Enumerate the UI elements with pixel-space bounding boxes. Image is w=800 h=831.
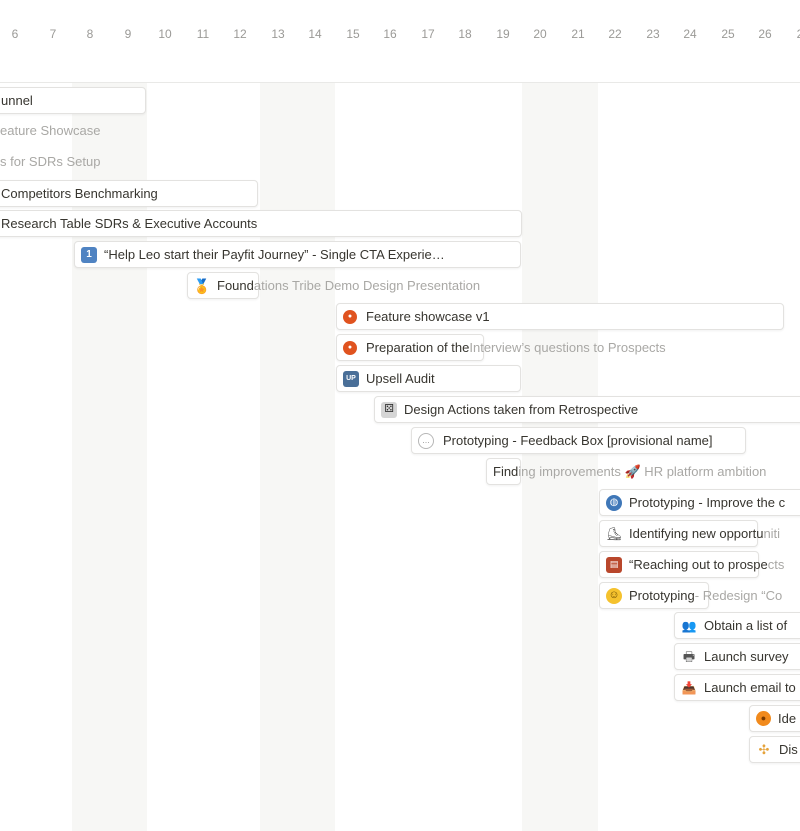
item-title: Upsell Audit — [366, 371, 435, 386]
item-title: Preparation of the — [366, 340, 470, 355]
medal-icon: 🏅 — [193, 277, 211, 294]
timeline-item[interactable]: 👥 Obtain a list of — [674, 612, 800, 639]
timeline-header: 6 7 8 9 10 11 12 13 14 15 16 17 18 19 20… — [0, 0, 800, 83]
item-title: Ide — [778, 711, 797, 726]
day-label: 9 — [124, 27, 132, 41]
day-label: 19 — [496, 27, 510, 41]
item-title: Prototyping - Improve the c — [629, 495, 786, 510]
day-label: 7 — [49, 27, 57, 41]
timeline-item[interactable]: eature Showcase — [0, 117, 154, 144]
globe-icon: ◍ — [606, 494, 622, 511]
item-title: “Reaching out to prospe — [629, 557, 768, 572]
day-label: 23 — [646, 27, 660, 41]
item-title: Identifying new opportu — [629, 526, 764, 541]
item-title-overflow: eature Showcase — [0, 123, 101, 138]
orange-icon: ● — [756, 711, 771, 726]
day-label: 12 — [233, 27, 247, 41]
day-label: 24 — [683, 27, 697, 41]
pumpkin-icon: ● — [343, 340, 357, 355]
timeline-item[interactable]: s for SDRs Setup — [0, 148, 154, 175]
timeline-item[interactable]: ● Preparation of the Interview’s questio… — [336, 334, 666, 361]
timeline-item[interactable]: Find ing improvements 🚀 HR platform ambit… — [486, 458, 766, 485]
pumpkin-icon: ● — [343, 309, 357, 324]
item-title-overflow: - Redesign “Co — [694, 588, 783, 603]
item-title: unnel — [1, 93, 33, 108]
day-label: 13 — [271, 27, 285, 41]
day-label: 16 — [383, 27, 397, 41]
day-label: 10 — [158, 27, 172, 41]
item-title: Prototyping — [629, 588, 695, 603]
item-title-overflow: ing improvements 🚀 HR platform ambition — [518, 463, 767, 479]
timeline-item[interactable]: ● Ide — [749, 705, 800, 732]
item-title: Launch email to — [704, 680, 796, 695]
item-title: Found — [217, 278, 254, 293]
timeline-item[interactable]: 📥 Launch email to — [674, 674, 800, 701]
item-title: Obtain a list of — [704, 618, 788, 633]
timeline-item[interactable]: ● Feature showcase v1 — [336, 303, 784, 330]
timeline-item[interactable]: ✣ Dis — [749, 736, 800, 763]
day-label: 6 — [11, 27, 19, 41]
keycap-1-icon: 1 — [81, 246, 97, 263]
day-label: 20 — [533, 27, 547, 41]
inbox-icon: 📥 — [681, 680, 697, 695]
timeline-item[interactable]: Competitors Benchmarking — [0, 180, 258, 207]
item-title: Competitors Benchmarking — [1, 186, 158, 201]
item-title-overflow: cts — [767, 557, 785, 572]
item-title: Design Actions taken from Retrospective — [404, 402, 639, 417]
day-label: 2 — [785, 27, 800, 41]
item-title: “Help Leo start their Payfit Journey” - … — [104, 247, 445, 262]
item-title: Dis — [779, 742, 798, 757]
day-label: 17 — [421, 27, 435, 41]
timeline-item[interactable]: unnel — [0, 87, 146, 114]
item-title-overflow: Interview’s questions to Prospects — [469, 340, 666, 355]
item-title-overflow: ations Tribe Demo Design Presentation — [253, 278, 481, 293]
day-label: 8 — [86, 27, 94, 41]
timeline-item[interactable]: ▤ “Reaching out to prospe cts — [599, 551, 784, 578]
timeline-item[interactable]: Research Table SDRs & Executive Accounts — [0, 210, 522, 237]
dice-icon: ⚄ — [381, 401, 397, 418]
timeline-item[interactable]: ◍ Prototyping - Improve the c — [599, 489, 800, 516]
puzzle-icon: ✣ — [758, 742, 770, 757]
timeline-item[interactable]: 1 “Help Leo start their Payfit Journey” … — [74, 241, 521, 268]
item-title: Feature showcase v1 — [366, 309, 490, 324]
day-label: 25 — [721, 27, 735, 41]
speech-bubble-icon: … — [418, 432, 434, 449]
timeline-item[interactable]: UP Upsell Audit — [336, 365, 521, 392]
printer-icon: 🖶 — [682, 649, 696, 664]
skate-icon: ⛸ — [605, 526, 623, 541]
timeline-item[interactable]: 🏅 Found ations Tribe Demo Design Presenta… — [187, 272, 480, 299]
timeline-item[interactable]: ⛸ Identifying new opportu niti — [599, 520, 780, 547]
timeline-item[interactable]: … Prototyping - Feedback Box [provisiona… — [411, 427, 746, 454]
day-label: 11 — [196, 27, 210, 41]
timeline-item[interactable]: ⚄ Design Actions taken from Retrospectiv… — [374, 396, 800, 423]
day-label: 14 — [308, 27, 322, 41]
item-title: Find — [493, 464, 519, 479]
timeline-item[interactable]: ☺ Prototyping - Redesign “Co — [599, 582, 782, 609]
books-icon: ▤ — [606, 556, 622, 573]
thinking-face-icon: ☺ — [606, 587, 622, 604]
day-label: 26 — [758, 27, 772, 41]
up-button-icon: UP — [343, 370, 359, 387]
day-label: 21 — [571, 27, 585, 41]
people-icon: 👥 — [681, 618, 697, 633]
day-label: 22 — [608, 27, 622, 41]
timeline-item[interactable]: 🖶 Launch survey — [674, 643, 800, 670]
item-title-overflow: s for SDRs Setup — [0, 154, 101, 169]
item-title-overflow: niti — [763, 526, 781, 541]
item-title: Launch survey — [704, 649, 789, 664]
day-label: 18 — [458, 27, 472, 41]
weekend-column — [522, 83, 598, 831]
weekend-column — [260, 83, 335, 831]
item-title: Prototyping - Feedback Box [provisional … — [443, 433, 713, 448]
day-label: 15 — [346, 27, 360, 41]
item-title: Research Table SDRs & Executive Accounts — [1, 216, 258, 231]
